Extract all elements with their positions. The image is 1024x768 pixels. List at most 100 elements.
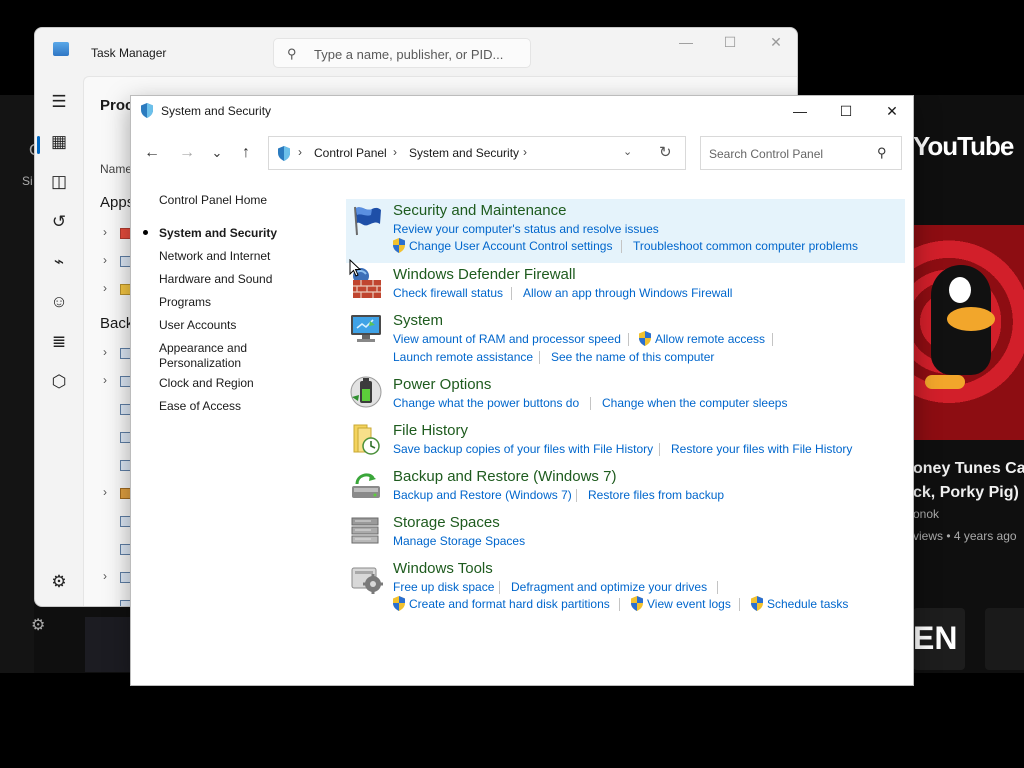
video-channel[interactable]: onok — [913, 507, 939, 521]
forward-button[interactable]: → — [174, 134, 200, 172]
nav-network-and-internet[interactable]: Network and Internet — [159, 249, 270, 264]
video-tile[interactable] — [985, 608, 1024, 670]
link-change-uac-settings[interactable]: Change User Account Control settings — [409, 239, 612, 253]
link-view-ram-processor[interactable]: View amount of RAM and processor speed — [393, 332, 621, 346]
hamburger-icon[interactable]: ☰ — [43, 86, 75, 118]
video-title[interactable]: oney Tunes Ca ck, Porky Pig) — [913, 457, 1024, 505]
link-view-event-logs[interactable]: View event logs — [647, 597, 731, 611]
back-button[interactable]: ← — [139, 134, 165, 172]
link-restore-files-file-history[interactable]: Restore your files with File History — [671, 442, 852, 456]
category-title-system[interactable]: System — [393, 312, 443, 329]
link-power-buttons[interactable]: Change what the power buttons do — [393, 396, 579, 410]
category-title-firewall[interactable]: Windows Defender Firewall — [393, 266, 576, 283]
task-manager-search-input[interactable] — [314, 44, 522, 64]
app-history-icon[interactable]: ↺ — [43, 206, 75, 238]
link-see-computer-name[interactable]: See the name of this computer — [551, 350, 714, 364]
youtube-logo[interactable]: YouTube — [913, 131, 1014, 162]
link-restore-files-from-backup[interactable]: Restore files from backup — [588, 488, 724, 502]
link-create-format-partitions[interactable]: Create and format hard disk partitions — [409, 597, 610, 611]
maximize-button[interactable]: ☐ — [715, 34, 745, 56]
nav-ease-of-access[interactable]: Ease of Access — [159, 399, 241, 414]
link-separator — [590, 397, 591, 410]
link-schedule-tasks[interactable]: Schedule tasks — [767, 597, 848, 611]
youtube-settings-icon[interactable]: ⚙ — [31, 615, 45, 635]
up-button[interactable]: ↑ — [233, 134, 259, 172]
link-free-up-disk-space[interactable]: Free up disk space — [393, 580, 494, 594]
video-tile[interactable] — [85, 617, 130, 672]
expand-chevron-icon[interactable]: › — [103, 569, 107, 583]
maximize-button[interactable]: ☐ — [823, 96, 869, 126]
nav-control-panel-home[interactable]: Control Panel Home — [159, 193, 267, 208]
category-title-backup-and-restore[interactable]: Backup and Restore (Windows 7) — [393, 468, 616, 485]
breadcrumb-separator-icon[interactable]: › — [523, 145, 527, 159]
expand-chevron-icon[interactable]: › — [103, 253, 107, 267]
breadcrumb-separator-icon[interactable]: › — [298, 145, 302, 159]
link-troubleshoot[interactable]: Troubleshoot common computer problems — [633, 239, 858, 253]
link-defragment[interactable]: Defragment and optimize your drives — [511, 580, 707, 594]
address-bar[interactable]: › Control Panel › System and Security › … — [268, 136, 686, 170]
expand-chevron-icon[interactable]: › — [103, 485, 107, 499]
nav-hardware-and-sound[interactable]: Hardware and Sound — [159, 272, 272, 287]
link-separator — [539, 351, 540, 364]
link-backup-and-restore[interactable]: Backup and Restore (Windows 7) — [393, 488, 572, 502]
expand-chevron-icon[interactable]: › — [103, 281, 107, 295]
nav-system-and-security[interactable]: System and Security — [159, 226, 277, 241]
link-save-backup-copies[interactable]: Save backup copies of your files with Fi… — [393, 442, 653, 456]
processes-icon[interactable]: ▦ — [43, 126, 75, 158]
search-box[interactable]: ⚲ — [700, 136, 902, 170]
link-manage-storage-spaces[interactable]: Manage Storage Spaces — [393, 534, 525, 548]
column-header-name[interactable]: Name — [100, 162, 132, 176]
video-thumbnail[interactable] — [913, 225, 1024, 440]
category-title-file-history[interactable]: File History — [393, 422, 468, 439]
link-launch-remote-assistance[interactable]: Launch remote assistance — [393, 350, 533, 364]
link-allow-remote-access[interactable]: Allow remote access — [655, 332, 765, 346]
link-computer-sleeps[interactable]: Change when the computer sleeps — [602, 396, 787, 410]
backup-icon — [352, 473, 380, 498]
breadcrumb-system-and-security[interactable]: System and Security — [409, 146, 519, 160]
nav-clock-and-region[interactable]: Clock and Region — [159, 376, 254, 391]
uac-shield-icon — [393, 238, 405, 253]
breadcrumb-control-panel[interactable]: Control Panel — [314, 146, 387, 160]
system-and-security-window: System and Security — ☐ ✕ ← → ⌄ ↑ › Cont… — [130, 95, 914, 686]
uac-shield-icon — [631, 596, 643, 611]
nav-appearance-and-personalization[interactable]: Appearance and Personalization — [159, 341, 247, 371]
shield-icon — [141, 103, 153, 118]
link-check-firewall-status[interactable]: Check firewall status — [393, 286, 503, 300]
computer-icon — [351, 315, 381, 342]
details-icon[interactable]: ≣ — [43, 326, 75, 358]
video-tile[interactable]: EN — [913, 608, 965, 670]
search-icon[interactable]: ⚲ — [877, 145, 887, 161]
category-title-storage-spaces[interactable]: Storage Spaces — [393, 514, 500, 531]
task-manager-search[interactable]: ⚲ — [273, 38, 531, 68]
close-button[interactable]: ✕ — [869, 96, 915, 126]
expand-chevron-icon[interactable]: › — [103, 345, 107, 359]
users-icon[interactable]: ☺ — [43, 286, 75, 318]
performance-icon[interactable]: ◫ — [43, 166, 75, 198]
services-icon[interactable]: ⬡ — [43, 366, 75, 398]
task-manager-nav: ☰ ▦ ◫ ↺ ⌁ ☺ ≣ ⬡ ⚙ — [35, 76, 83, 606]
expand-chevron-icon[interactable]: › — [103, 225, 107, 239]
expand-chevron-icon[interactable]: › — [103, 373, 107, 387]
chevron-down-icon[interactable]: ⌄ — [623, 145, 632, 158]
link-separator — [619, 598, 620, 611]
refresh-icon[interactable]: ↻ — [659, 143, 672, 161]
link-separator — [717, 581, 718, 594]
category-title-windows-tools[interactable]: Windows Tools — [393, 560, 493, 577]
startup-apps-icon[interactable]: ⌁ — [43, 246, 75, 278]
nav-user-accounts[interactable]: User Accounts — [159, 318, 236, 333]
nav-programs[interactable]: Programs — [159, 295, 211, 310]
search-input[interactable] — [709, 145, 869, 163]
link-review-status[interactable]: Review your computer's status and resolv… — [393, 222, 659, 236]
breadcrumb-separator-icon[interactable]: › — [393, 145, 397, 159]
category-title-power-options[interactable]: Power Options — [393, 376, 491, 393]
settings-icon[interactable]: ⚙ — [43, 566, 75, 598]
link-allow-app-firewall[interactable]: Allow an app through Windows Firewall — [523, 286, 732, 300]
recent-locations-button[interactable]: ⌄ — [204, 134, 230, 172]
close-button[interactable]: ✕ — [761, 34, 791, 56]
storage-icon — [351, 517, 379, 544]
video-meta: views • 4 years ago — [913, 529, 1017, 543]
minimize-button[interactable]: — — [671, 34, 701, 56]
minimize-button[interactable]: — — [777, 96, 823, 126]
navigation-bar: ← → ⌄ ↑ › Control Panel › System and Sec… — [131, 134, 913, 172]
category-title-security-and-maintenance[interactable]: Security and Maintenance — [393, 202, 566, 219]
